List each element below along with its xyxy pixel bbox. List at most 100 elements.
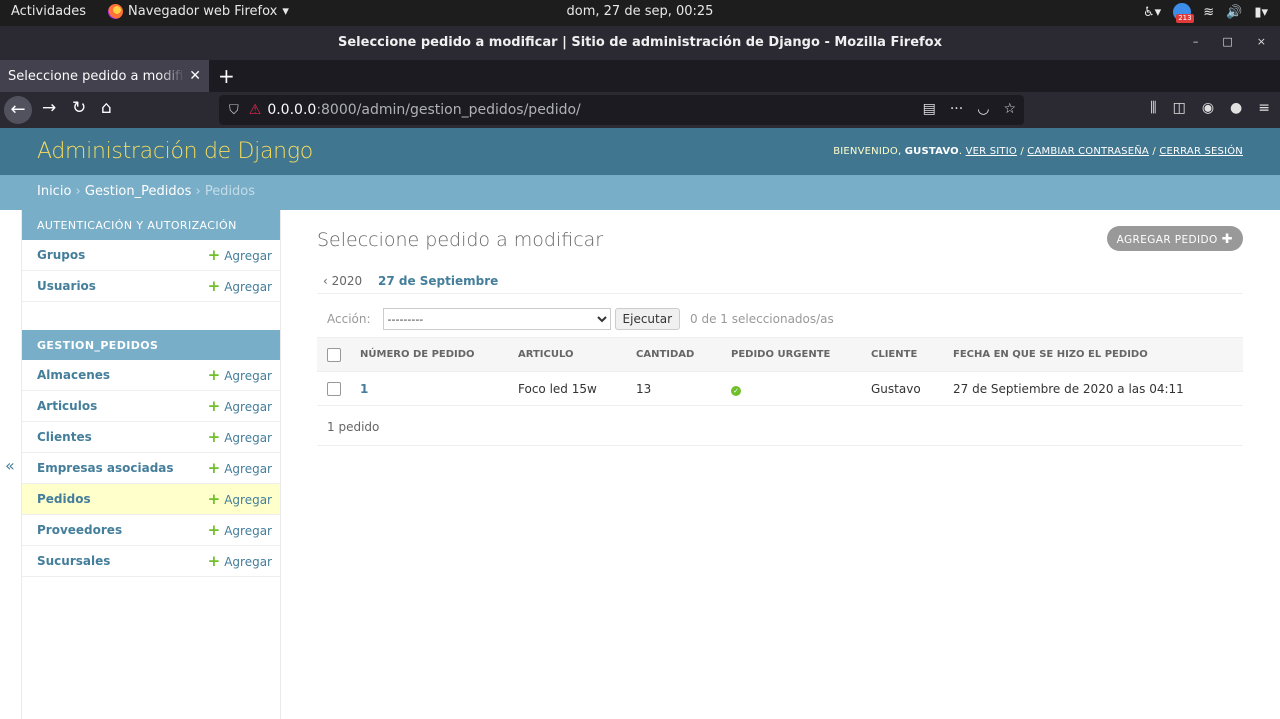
- chevron-down-icon: ▾: [282, 4, 289, 19]
- add-link[interactable]: + Agregar: [208, 397, 272, 415]
- add-label: Agregar: [224, 555, 272, 569]
- toggle-sidebar[interactable]: «: [0, 210, 22, 719]
- pocket-icon[interactable]: ◡: [977, 101, 989, 117]
- view-site-link[interactable]: VER SITIO: [966, 146, 1017, 157]
- sidebar-item-usuarios[interactable]: Usuarios + Agregar: [22, 271, 280, 302]
- model-link[interactable]: Usuarios: [37, 279, 96, 293]
- add-link[interactable]: + Agregar: [208, 459, 272, 477]
- sidebar-item-empresas[interactable]: Empresas asociadas + Agregar: [22, 453, 280, 484]
- model-link[interactable]: Grupos: [37, 248, 85, 262]
- pedido-link[interactable]: 1: [360, 382, 368, 396]
- column-header[interactable]: CANTIDAD: [636, 337, 731, 372]
- reader-view-icon[interactable]: ▤: [923, 101, 936, 117]
- sidebar-item-proveedores[interactable]: Proveedores + Agregar: [22, 515, 280, 546]
- actions-bar: Acción: --------- Ejecutar 0 de 1 selecc…: [317, 303, 1243, 335]
- logout-link[interactable]: CERRAR SESIÓN: [1159, 146, 1243, 157]
- add-icon: +: [207, 490, 221, 508]
- model-link[interactable]: Empresas asociadas: [37, 461, 174, 475]
- close-icon[interactable]: ×: [1257, 35, 1266, 48]
- change-password-link[interactable]: CAMBIAR CONTRASEÑA: [1027, 146, 1149, 157]
- sidebar-item-pedidos[interactable]: Pedidos + Agregar: [22, 484, 280, 515]
- insecure-lock-icon[interactable]: ⚠: [249, 102, 262, 118]
- system-top-bar: Actividades Navegador web Firefox ▾ dom,…: [0, 0, 1280, 26]
- table-row: 1 Foco led 15w 13 ✓ Gustavo 27 de Septie…: [317, 371, 1243, 406]
- model-link[interactable]: Proveedores: [37, 523, 122, 537]
- sidebar-item-articulos[interactable]: Articulos + Agregar: [22, 391, 280, 422]
- add-link[interactable]: + Agregar: [208, 428, 272, 446]
- column-header[interactable]: NÚMERO DE PEDIDO: [360, 337, 518, 372]
- maximize-icon[interactable]: □: [1222, 35, 1232, 48]
- notification-badge-icon[interactable]: 213: [1173, 3, 1194, 23]
- add-label: Agregar: [224, 493, 272, 507]
- back-icon[interactable]: ←: [4, 96, 32, 124]
- breadcrumb-app[interactable]: Gestion_Pedidos: [85, 184, 191, 199]
- window-title: Seleccione pedido a modificar | Sitio de…: [338, 35, 942, 50]
- sidebar-item-sucursales[interactable]: Sucursales + Agregar: [22, 546, 280, 577]
- accessibility-icon[interactable]: ♿▾: [1143, 5, 1161, 20]
- sidebar-item-clientes[interactable]: Clientes + Agregar: [22, 422, 280, 453]
- add-label: Agregar: [224, 280, 272, 294]
- add-link[interactable]: + Agregar: [208, 552, 272, 570]
- collapse-sidebar-icon[interactable]: «: [5, 456, 15, 475]
- system-tray[interactable]: ♿▾ 213 ≋ 🔊 ▮▾: [1143, 3, 1268, 23]
- module-gap: [22, 302, 280, 330]
- reload-icon[interactable]: ↻: [72, 98, 86, 118]
- shield-icon[interactable]: ⛉: [229, 103, 239, 118]
- site-branding[interactable]: Administración de Django: [37, 139, 313, 164]
- cliente-cell: Gustavo: [871, 371, 953, 406]
- date-current[interactable]: 27 de Septiembre: [378, 274, 498, 288]
- minimize-icon[interactable]: –: [1193, 35, 1199, 48]
- tab-close-icon[interactable]: ✕: [189, 68, 201, 84]
- module-caption-auth[interactable]: Autenticación y autorización: [22, 210, 280, 240]
- add-icon: +: [207, 246, 221, 264]
- sidebar-icon[interactable]: ◫: [1173, 100, 1186, 116]
- action-select[interactable]: ---------: [382, 308, 611, 330]
- forward-icon[interactable]: →: [42, 98, 56, 118]
- library-icon[interactable]: ⫼: [1150, 100, 1156, 116]
- row-select-cell: [317, 371, 360, 406]
- add-link[interactable]: + Agregar: [208, 366, 272, 384]
- breadcrumb-home[interactable]: Inicio: [37, 184, 71, 199]
- url-host: 0.0.0.0: [267, 102, 317, 118]
- battery-icon: ▮▾: [1254, 4, 1268, 20]
- sidebar-item-almacenes[interactable]: Almacenes + Agregar: [22, 360, 280, 391]
- plus-icon: ✚: [1221, 232, 1233, 247]
- row-checkbox[interactable]: [327, 381, 341, 396]
- add-link[interactable]: + Agregar: [208, 490, 272, 508]
- column-header[interactable]: ARTICULO: [518, 337, 636, 372]
- new-tab-icon[interactable]: +: [218, 64, 235, 88]
- window-controls: – □ ×: [1193, 35, 1266, 48]
- browser-tab[interactable]: Seleccione pedido a modificar ✕: [0, 60, 209, 92]
- model-link[interactable]: Pedidos: [37, 492, 91, 506]
- url-bar[interactable]: ⛉ ⚠ 0.0.0.0:8000/admin/gestion_pedidos/p…: [219, 95, 1024, 125]
- page-actions-icon[interactable]: ···: [950, 101, 963, 117]
- activities-button[interactable]: Actividades: [11, 4, 86, 19]
- result-list: NÚMERO DE PEDIDO ARTICULO CANTIDAD PEDID…: [317, 337, 1243, 406]
- add-link[interactable]: + Agregar: [208, 521, 272, 539]
- app-menu[interactable]: Navegador web Firefox ▾: [108, 4, 289, 19]
- select-all-checkbox[interactable]: [327, 347, 341, 362]
- articulo-cell: Foco led 15w: [518, 371, 636, 406]
- model-link[interactable]: Clientes: [37, 430, 92, 444]
- date-back-link[interactable]: ‹ 2020: [323, 274, 362, 288]
- column-header[interactable]: PEDIDO URGENTE: [731, 337, 871, 372]
- add-link[interactable]: + Agregar: [208, 246, 272, 264]
- bookmark-star-icon[interactable]: ☆: [1003, 101, 1016, 117]
- sidebar-item-grupos[interactable]: Grupos + Agregar: [22, 240, 280, 271]
- account-icon[interactable]: ◉: [1202, 100, 1214, 116]
- navigation-bar: ← → ↻ ⌂ ⛉ ⚠ 0.0.0.0:8000/admin/gestion_p…: [0, 92, 1280, 128]
- add-icon: +: [207, 459, 221, 477]
- column-header[interactable]: CLIENTE: [871, 337, 953, 372]
- page-title: Seleccione pedido a modificar: [317, 229, 604, 251]
- model-link[interactable]: Articulos: [37, 399, 97, 413]
- add-link[interactable]: + Agregar: [208, 277, 272, 295]
- add-pedido-button[interactable]: AGREGAR PEDIDO ✚: [1106, 226, 1243, 251]
- model-link[interactable]: Sucursales: [37, 554, 110, 568]
- column-header[interactable]: FECHA EN QUE SE HIZO EL PEDIDO: [953, 337, 1243, 372]
- menu-icon[interactable]: ≡: [1258, 100, 1270, 116]
- execute-button[interactable]: Ejecutar: [614, 308, 681, 330]
- model-link[interactable]: Almacenes: [37, 368, 110, 382]
- extension-icon[interactable]: ●: [1230, 100, 1242, 116]
- module-caption-gestion[interactable]: Gestion_pedidos: [22, 330, 280, 360]
- home-icon[interactable]: ⌂: [101, 98, 112, 118]
